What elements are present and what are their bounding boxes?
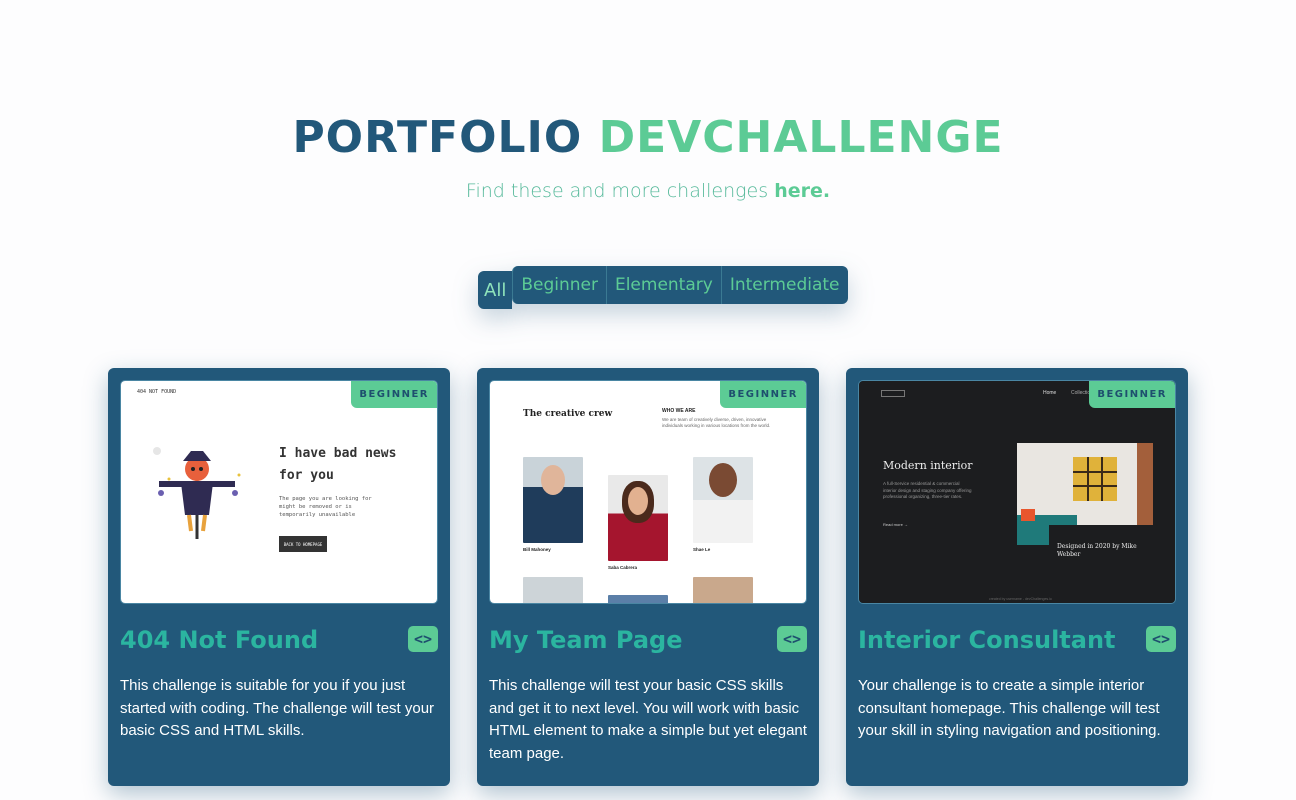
team-member-name: Saba Cabrera — [608, 565, 638, 570]
preview-logo — [881, 390, 905, 397]
code-icon[interactable]: <> — [1146, 626, 1176, 652]
page-title: PORTFOLIO DEVCHALLENGE — [0, 112, 1296, 163]
level-badge: BEGINNER — [720, 381, 806, 408]
filter-beginner[interactable]: Beginner — [512, 266, 606, 304]
title-part-devchallenge: DEVCHALLENGE — [598, 112, 1004, 163]
filter-elementary[interactable]: Elementary — [605, 266, 721, 304]
team-photo — [693, 577, 753, 603]
team-photo — [523, 457, 583, 543]
preview-heading: I have bad news for you — [279, 446, 397, 483]
preview-caption: Designed in 2020 by Mike Webber — [1057, 543, 1137, 558]
level-badge: BEGINNER — [351, 381, 437, 408]
preview-interior: Home Collection Modern interior A full-S… — [859, 381, 1175, 603]
card-description: Your challenge is to create a simple int… — [858, 677, 1161, 739]
code-icon[interactable]: <> — [777, 626, 807, 652]
filter-intermediate[interactable]: Intermediate — [720, 266, 848, 304]
card-description: This challenge will test your basic CSS … — [489, 677, 807, 762]
preview-heading: The creative crew — [523, 409, 613, 419]
team-member-name: Shae Le — [693, 547, 711, 552]
preview-text: A full-Service residential & commercial … — [883, 481, 972, 499]
scarecrow-illustration — [153, 447, 241, 539]
team-photo — [693, 457, 753, 543]
card-preview-image[interactable]: 404 NOT FOUND I have bad news for you Th… — [120, 380, 438, 604]
preview-button: BACK TO HOMEPAGE — [279, 536, 327, 552]
challenge-card[interactable]: The creative crew WHO WE ARE We are team… — [477, 368, 819, 786]
preview-read-more: Read more → — [883, 522, 908, 527]
team-member-name: Bill Mahoney — [523, 547, 551, 552]
preview-heading: Modern interior — [883, 459, 973, 472]
team-photo — [608, 595, 668, 603]
team-photo — [523, 577, 583, 603]
card-title: 404 Not Found — [120, 626, 319, 654]
preview-nav-home: Home — [1043, 390, 1057, 396]
title-part-portfolio: PORTFOLIO — [292, 112, 583, 163]
challenge-card[interactable]: 404 NOT FOUND I have bad news for you Th… — [108, 368, 450, 786]
card-title: Interior Consultant — [858, 626, 1116, 654]
team-photo — [608, 475, 668, 561]
preview-who-text: We are team of creatively diverse, drive… — [662, 417, 771, 428]
preview-footer: created by username - devChallenges.io — [989, 597, 1052, 601]
preview-brand: 404 NOT FOUND — [137, 389, 177, 395]
level-badge: BEGINNER — [1089, 381, 1175, 408]
filter-tabs: All Beginner Elementary Intermediate — [478, 266, 848, 309]
preview-body: The page you are looking for might be re… — [279, 496, 372, 518]
code-icon[interactable]: <> — [408, 626, 438, 652]
preview-404: 404 NOT FOUND I have bad news for you Th… — [121, 381, 437, 603]
subtitle-text: Find these and more challenges — [465, 180, 769, 202]
challenge-card[interactable]: Home Collection Modern interior A full-S… — [846, 368, 1188, 786]
preview-who-title: WHO WE ARE — [662, 408, 696, 414]
card-preview-image[interactable]: Home Collection Modern interior A full-S… — [858, 380, 1176, 604]
card-title: My Team Page — [489, 626, 683, 654]
preview-team: The creative crew WHO WE ARE We are team… — [490, 381, 806, 603]
challenges-link[interactable]: here. — [774, 180, 830, 202]
filter-all[interactable]: All — [478, 271, 513, 309]
card-preview-image[interactable]: The creative crew WHO WE ARE We are team… — [489, 380, 807, 604]
card-description: This challenge is suitable for you if yo… — [120, 677, 435, 739]
page-subtitle: Find these and more challenges here. — [0, 180, 1296, 202]
